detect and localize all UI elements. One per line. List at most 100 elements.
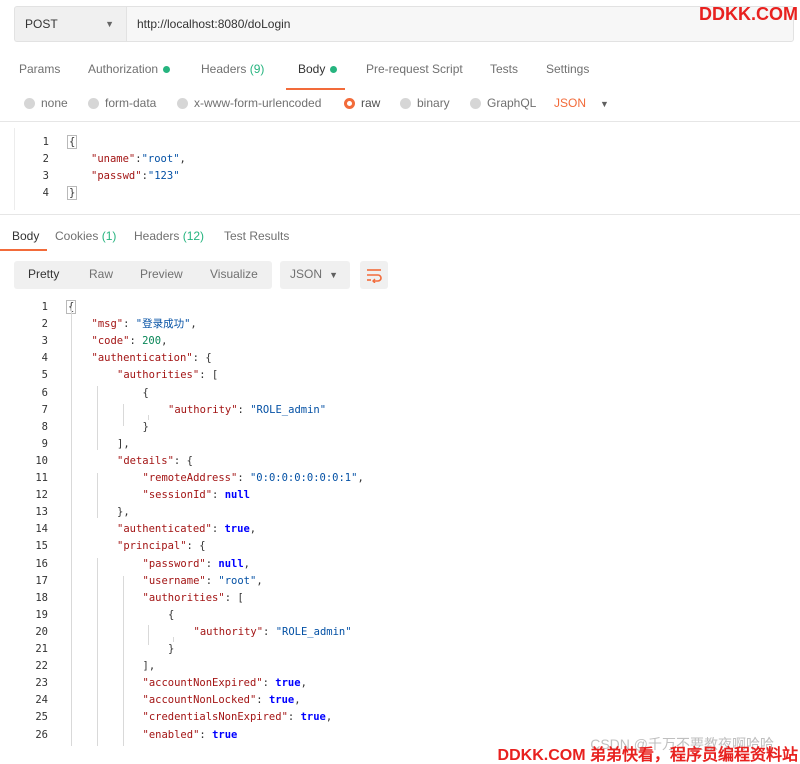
json-key: "passwd" xyxy=(91,170,142,182)
tab-test-results[interactable]: Test Results xyxy=(224,229,289,243)
code-text: "authority": "ROLE_admin" xyxy=(168,403,327,416)
method-select[interactable]: POST ▼ xyxy=(14,6,126,42)
code-line: 25 "credentialsNonExpired": true, xyxy=(14,709,774,726)
response-body-viewer[interactable]: 1{2"msg": "登录成功",3"code": 200,4"authenti… xyxy=(14,298,794,748)
chevron-down-icon: ▼ xyxy=(329,270,338,280)
body-format-select[interactable]: JSON ▼ xyxy=(554,96,609,110)
tab-headers[interactable]: Headers (9) xyxy=(201,62,264,76)
wrap-lines-icon xyxy=(367,269,382,283)
line-number: 20 xyxy=(35,625,48,638)
code-text: "authentication": { xyxy=(91,352,212,365)
line-number: 24 xyxy=(35,694,48,707)
radio-circle-icon xyxy=(177,97,188,109)
indent-guide xyxy=(97,473,98,518)
line-number: 23 xyxy=(35,677,48,690)
code-line: 9], xyxy=(14,436,774,453)
code-line: 4} xyxy=(15,185,775,202)
code-line: 21} xyxy=(14,641,774,658)
line-number: 6 xyxy=(41,386,48,399)
tab-cookies[interactable]: Cookies (1) xyxy=(55,229,116,243)
json-key: "accountNonExpired" xyxy=(142,677,263,690)
radio-none[interactable]: none xyxy=(24,96,68,110)
code-line: 17 "username": "root", xyxy=(14,573,774,590)
line-number: 9 xyxy=(41,437,48,450)
json-value: true xyxy=(212,728,238,741)
code-line: 2 "msg": "登录成功", xyxy=(14,316,774,333)
json-value: "0:0:0:0:0:0:0:1" xyxy=(249,472,358,484)
json-value: null xyxy=(218,557,244,570)
body-type-selector: none form-data x-www-form-urlencoded raw… xyxy=(0,92,800,114)
code-text: "credentialsNonExpired": true, xyxy=(142,711,333,724)
json-value: "ROLE_admin" xyxy=(250,403,327,416)
tab-authorization[interactable]: Authorization xyxy=(88,62,171,76)
json-value: true xyxy=(224,523,250,536)
tab-response-body[interactable]: Body xyxy=(0,229,48,251)
response-tabs: Body Cookies (1) Headers (12) Test Resul… xyxy=(0,225,800,253)
code-line: 23 "accountNonExpired": true, xyxy=(14,675,774,692)
chevron-down-icon: ▼ xyxy=(600,99,609,109)
tab-pre-request-script[interactable]: Pre-request Script xyxy=(366,62,463,76)
json-key: "code" xyxy=(91,335,130,348)
code-line: 18 "authorities": [ xyxy=(14,590,774,607)
radio-x-www-form-urlencoded[interactable]: x-www-form-urlencoded xyxy=(177,96,321,110)
json-value: "ROLE_admin" xyxy=(275,625,352,638)
json-value: true xyxy=(268,694,295,707)
code-text: "accountNonExpired": true, xyxy=(142,677,307,690)
code-line: 8} xyxy=(14,419,774,436)
json-value: "root" xyxy=(218,574,257,587)
status-dot-icon xyxy=(163,66,171,74)
url-text: http://localhost:8080/doLogin xyxy=(137,17,291,31)
tab-tests[interactable]: Tests xyxy=(490,62,518,76)
code-line: 16 "password": null, xyxy=(14,556,774,573)
divider xyxy=(0,214,800,215)
tab-body[interactable]: Body xyxy=(285,62,346,90)
code-line: 20 "authority": "ROLE_admin" xyxy=(14,624,774,641)
code-text: } xyxy=(168,643,175,655)
json-key: "principal" xyxy=(117,540,187,553)
url-bar: POST ▼ http://localhost:8080/doLogin xyxy=(14,6,794,42)
json-value: "登录成功" xyxy=(135,318,191,331)
code-line: 19 { xyxy=(14,607,774,624)
code-text: "code": 200, xyxy=(91,335,168,348)
line-number: 4 xyxy=(41,352,48,365)
radio-form-data[interactable]: form-data xyxy=(88,96,156,110)
wrap-lines-button[interactable] xyxy=(360,261,388,289)
radio-circle-icon xyxy=(88,97,99,109)
request-tabs: Params Authorization Headers (9) Body Pr… xyxy=(0,52,800,90)
code-text: { xyxy=(142,386,149,399)
brace: } xyxy=(67,186,78,200)
view-visualize-button[interactable]: Visualize xyxy=(210,267,258,281)
line-number: 7 xyxy=(41,403,48,416)
line-number: 10 xyxy=(35,454,48,467)
watermark-bottom: DDKK.COM 弟弟快看，程序员编程资料站 xyxy=(497,747,798,764)
radio-raw[interactable]: raw xyxy=(344,96,380,110)
code-line: 5 "authorities": [ xyxy=(14,367,774,384)
line-number: 17 xyxy=(35,574,48,587)
code-text: "uname":"root", xyxy=(91,153,186,165)
line-number: 3 xyxy=(42,170,49,182)
method-label: POST xyxy=(25,17,58,31)
json-key: "authority" xyxy=(193,625,264,638)
tab-settings[interactable]: Settings xyxy=(546,62,589,76)
line-number: 2 xyxy=(42,153,49,165)
code-line: 22], xyxy=(14,658,774,675)
tab-response-headers[interactable]: Headers (12) xyxy=(134,229,204,243)
json-key: "authority" xyxy=(168,403,238,416)
tab-params[interactable]: Params xyxy=(19,62,60,76)
json-value: null xyxy=(224,489,250,502)
view-pretty-button[interactable]: Pretty xyxy=(28,267,59,281)
line-number: 5 xyxy=(41,369,48,382)
view-preview-button[interactable]: Preview xyxy=(140,267,183,281)
line-number: 4 xyxy=(42,187,49,199)
code-line: 3 "passwd":"123" xyxy=(15,168,775,185)
code-text: }, xyxy=(117,506,130,519)
radio-binary[interactable]: binary xyxy=(400,96,450,110)
code-line: 12 "sessionId": null xyxy=(14,487,774,504)
url-input[interactable]: http://localhost:8080/doLogin xyxy=(126,6,794,42)
request-body-editor[interactable]: 1{2 "uname":"root", 3 "passwd":"123" 4} xyxy=(14,128,794,210)
radio-graphql[interactable]: GraphQL xyxy=(470,96,536,110)
view-raw-button[interactable]: Raw xyxy=(89,267,113,281)
code-text: "authorities": [ xyxy=(117,369,219,382)
response-format-select[interactable]: JSON ▼ xyxy=(280,261,350,289)
divider xyxy=(0,121,800,122)
